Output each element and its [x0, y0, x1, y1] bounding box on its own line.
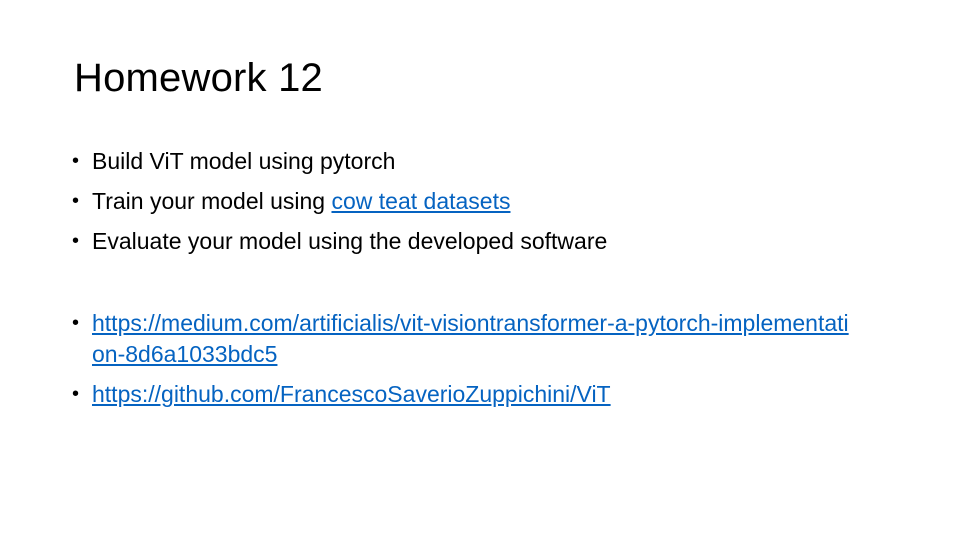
slide-title: Homework 12	[74, 56, 323, 100]
bullet-text: Build ViT model using pytorch	[92, 148, 396, 174]
link-bullet-item: • https://medium.com/artificialis/vit-vi…	[72, 308, 852, 370]
slide: Homework 12 • Build ViT model using pyto…	[0, 0, 960, 540]
bullet-item: • Evaluate your model using the develope…	[72, 226, 902, 257]
bullet-item: • Build ViT model using pytorch	[72, 146, 902, 177]
bullet-dot: •	[72, 383, 80, 405]
medium-article-link[interactable]: https://medium.com/artificialis/vit-visi…	[92, 310, 849, 367]
bullet-dot: •	[72, 312, 80, 334]
bullet-text: Train your model using	[92, 188, 332, 214]
cow-teat-datasets-link[interactable]: cow teat datasets	[331, 188, 510, 214]
bullet-list: • Build ViT model using pytorch • Train …	[72, 146, 902, 419]
link-bullet-item: • https://github.com/FrancescoSaverioZup…	[72, 379, 902, 410]
github-repo-link[interactable]: https://github.com/FrancescoSaverioZuppi…	[92, 381, 611, 407]
bullet-dot: •	[72, 190, 80, 212]
bullet-text: Evaluate your model using the developed …	[92, 228, 608, 254]
bullet-dot: •	[72, 230, 80, 252]
bullet-item: • Train your model using cow teat datase…	[72, 186, 902, 217]
bullet-dot: •	[72, 150, 80, 172]
